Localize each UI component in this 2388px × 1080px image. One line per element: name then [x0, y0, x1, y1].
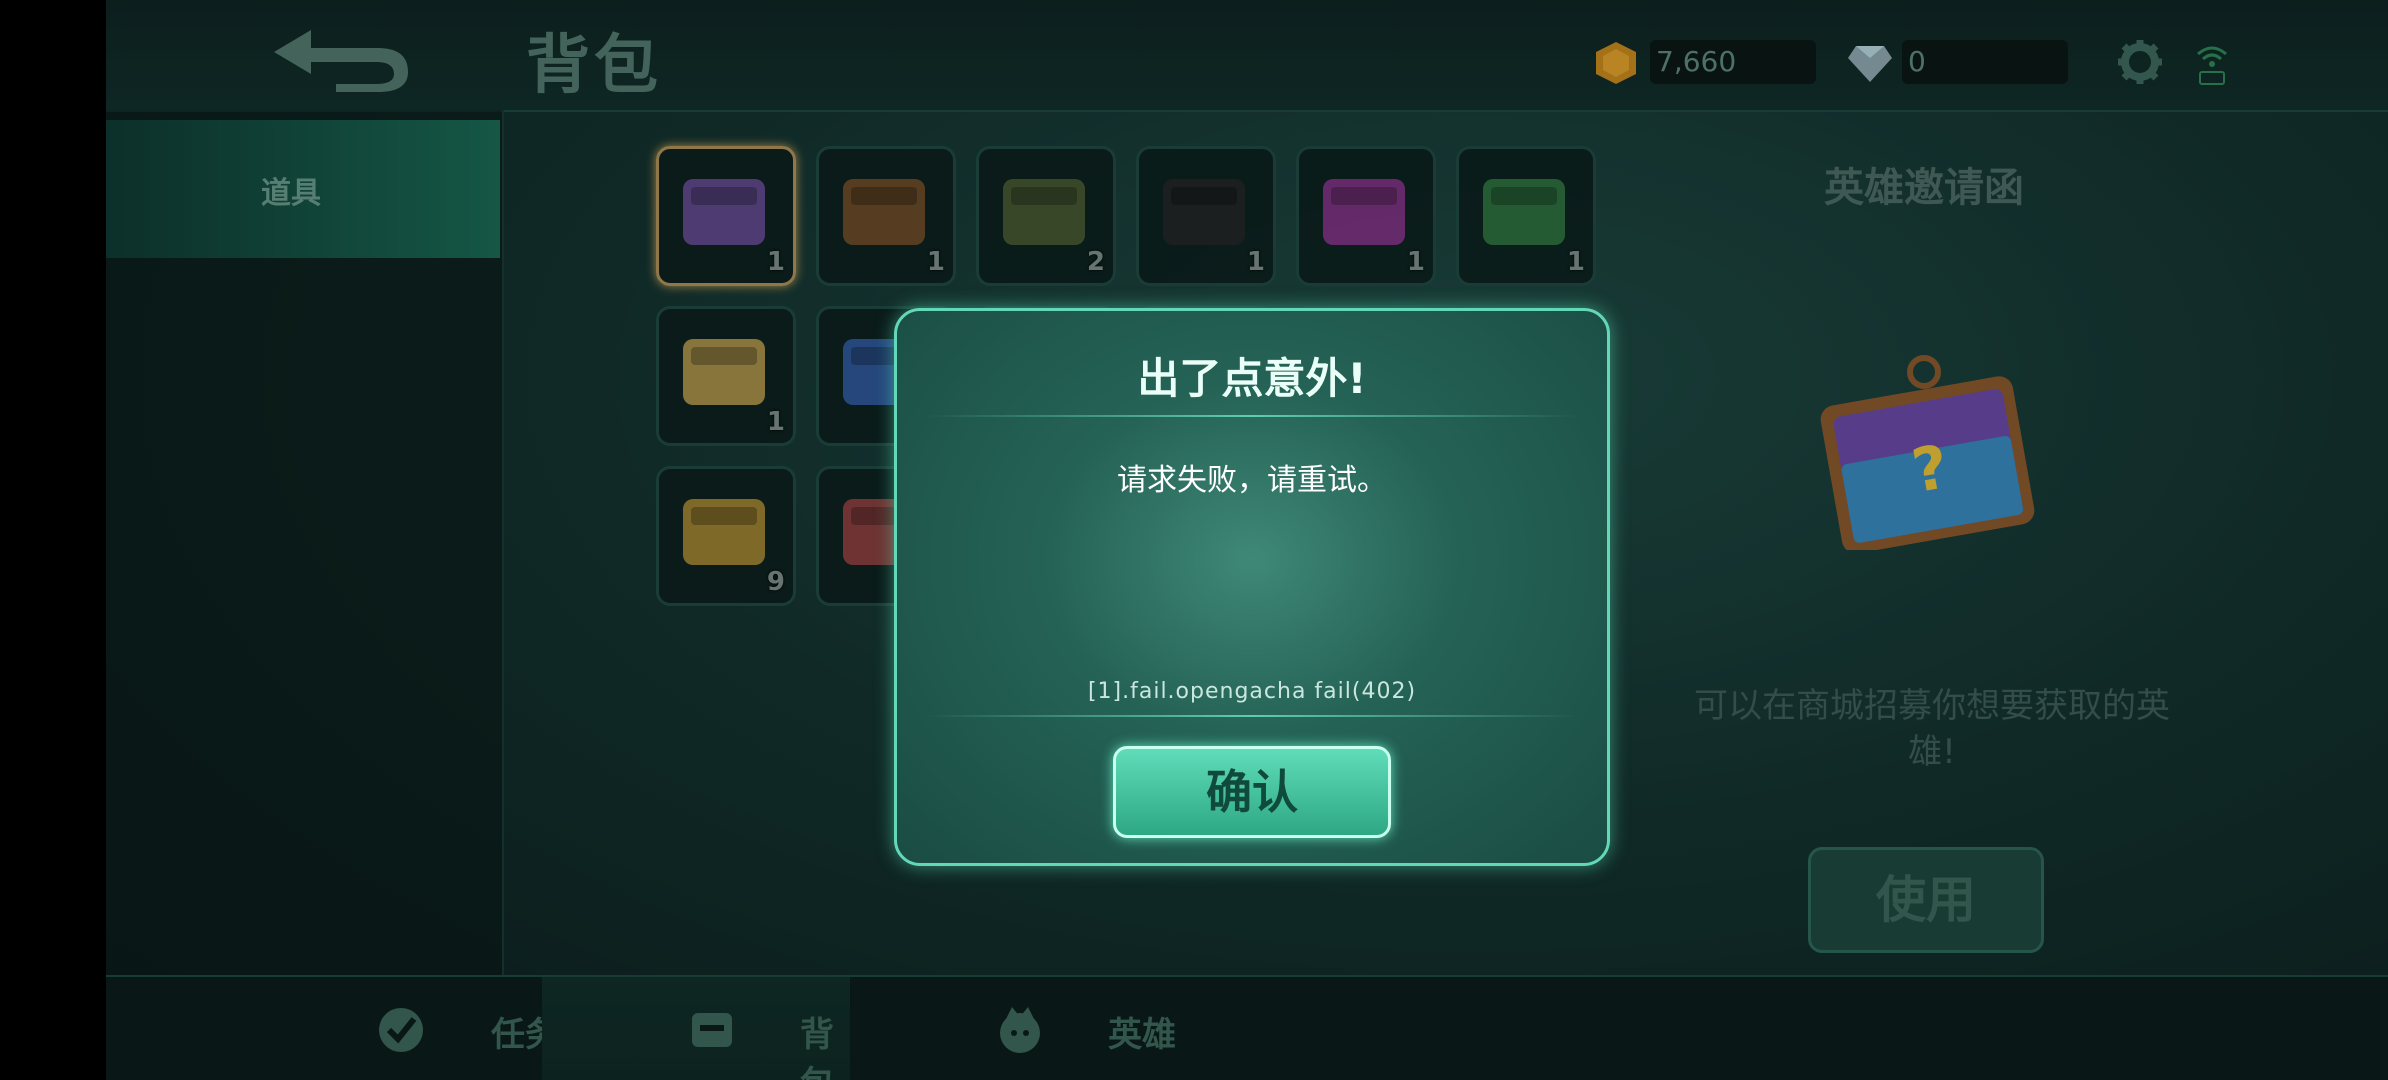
dialog-error-code: [1].fail.opengacha fail(402) — [1087, 679, 1417, 704]
game-screen: 背包 7,660 0 道具 1 1 2 1 1 1 1 9 英雄邀请函 ? 可以… — [106, 0, 2388, 1080]
error-dialog: 出了点意外! 请求失败，请重试。 [1].fail.opengacha fail… — [894, 308, 1610, 866]
dialog-divider — [927, 715, 1577, 717]
dialog-title: 出了点意外! — [1137, 354, 1367, 403]
dialog-message: 请求失败，请重试。 — [1117, 463, 1387, 498]
confirm-button[interactable]: 确认 — [1113, 746, 1391, 838]
dialog-divider — [927, 415, 1577, 417]
